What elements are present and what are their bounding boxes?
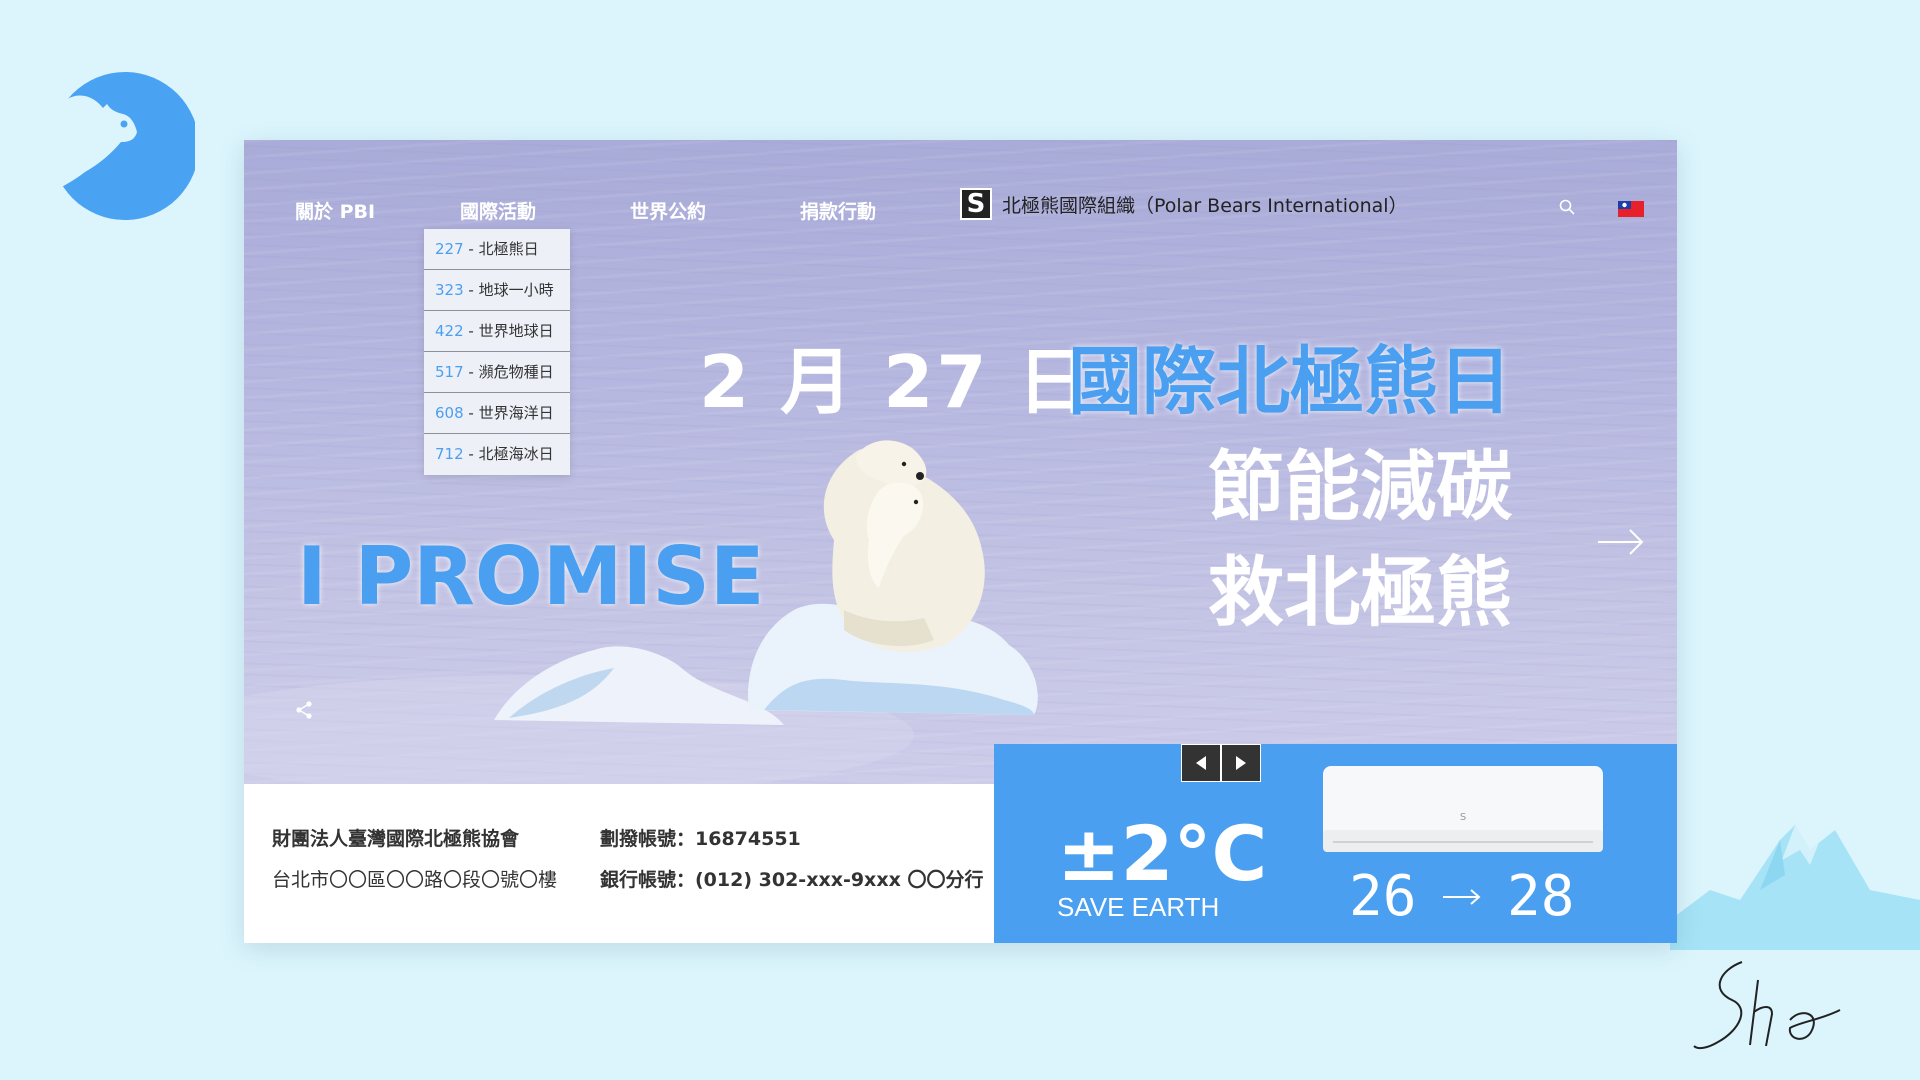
next-arrow-icon xyxy=(1236,756,1246,770)
event-label: - 北極熊日 xyxy=(463,240,539,258)
event-code: 227 xyxy=(435,240,464,258)
slogan-line-1: 節能減碳 xyxy=(1208,442,1512,531)
nav-events[interactable]: 國際活動 xyxy=(460,197,536,224)
mountain-icon xyxy=(1670,825,1920,950)
event-code: 517 xyxy=(435,363,464,381)
dropdown-item[interactable]: 227 - 北極熊日 xyxy=(424,229,570,270)
org-name: 財團法人臺灣國際北極熊協會 xyxy=(272,828,520,850)
prev-arrow-icon xyxy=(1196,756,1206,770)
brand[interactable]: S 北極熊國際組織（Polar Bears International） xyxy=(960,188,1408,220)
event-code: 608 xyxy=(435,404,464,422)
dropdown-item[interactable]: 323 - 地球一小時 xyxy=(424,270,570,311)
next-slide-button[interactable] xyxy=(1221,744,1261,782)
arrow-right-icon xyxy=(1443,889,1481,905)
event-date: 2 月 27 日 xyxy=(699,340,1093,424)
hero-banner: 關於 PBI 國際活動 世界公約 捐款行動 S 北極熊國際組織（Polar Be… xyxy=(244,140,1677,784)
event-code: 323 xyxy=(435,281,464,299)
website-mockup: 關於 PBI 國際活動 世界公約 捐款行動 S 北極熊國際組織（Polar Be… xyxy=(244,140,1677,943)
save-earth-panel: ±2°C SAVE EARTH S 26 28 xyxy=(994,744,1677,943)
postal-account: 劃撥帳號：16874551 xyxy=(600,828,801,850)
event-label: - 世界地球日 xyxy=(463,322,554,340)
nav-donate[interactable]: 捐款行動 xyxy=(800,197,876,224)
dropdown-item[interactable]: 608 - 世界海洋日 xyxy=(424,393,570,434)
temperature-text: ±2°C xyxy=(1057,809,1268,898)
event-code: 712 xyxy=(435,445,464,463)
event-title: 國際北極熊日 xyxy=(1068,339,1512,425)
org-address: 台北市〇〇區〇〇路〇段〇號〇樓 xyxy=(272,869,558,891)
event-label: - 瀕危物種日 xyxy=(463,363,554,381)
save-earth-text: SAVE EARTH xyxy=(1057,892,1220,922)
share-icon[interactable] xyxy=(294,700,314,720)
events-dropdown: 227 - 北極熊日 323 - 地球一小時 422 - 世界地球日 517 -… xyxy=(424,229,570,475)
brand-name: 北極熊國際組織（Polar Bears International） xyxy=(1002,194,1408,217)
brand-logo: S xyxy=(960,188,992,220)
event-label: - 地球一小時 xyxy=(463,281,554,299)
bank-account: 銀行帳號：(012) 302-xxx-9xxx 〇〇分行 xyxy=(600,869,984,891)
dropdown-item[interactable]: 712 - 北極海冰日 xyxy=(424,434,570,475)
nav-about[interactable]: 關於 PBI xyxy=(295,197,375,224)
dropdown-item[interactable]: 422 - 世界地球日 xyxy=(424,311,570,352)
event-label: - 世界海洋日 xyxy=(463,404,554,422)
event-code: 422 xyxy=(435,322,464,340)
signature xyxy=(1693,961,1841,1050)
ac-brand: S xyxy=(1460,812,1466,823)
search-icon[interactable] xyxy=(1558,198,1576,216)
prev-slide-button[interactable] xyxy=(1181,744,1221,782)
event-label: - 北極海冰日 xyxy=(463,445,554,463)
arrow-right-icon[interactable] xyxy=(1596,527,1646,557)
promise-text: I PROMISE xyxy=(297,530,765,623)
air-conditioner-icon: S xyxy=(1323,766,1603,852)
dropdown-item[interactable]: 517 - 瀕危物種日 xyxy=(424,352,570,393)
nav-treaty[interactable]: 世界公約 xyxy=(630,197,706,224)
temperature-from: 26 xyxy=(1349,864,1417,929)
temperature-to: 28 xyxy=(1507,864,1575,929)
taiwan-flag-icon[interactable] xyxy=(1618,201,1644,217)
bear-logo-icon xyxy=(45,68,195,220)
slogan-line-2: 救北極熊 xyxy=(1208,548,1512,637)
organization-info: 財團法人臺灣國際北極熊協會 台北市〇〇區〇〇路〇段〇號〇樓 劃撥帳號：16874… xyxy=(244,784,994,943)
